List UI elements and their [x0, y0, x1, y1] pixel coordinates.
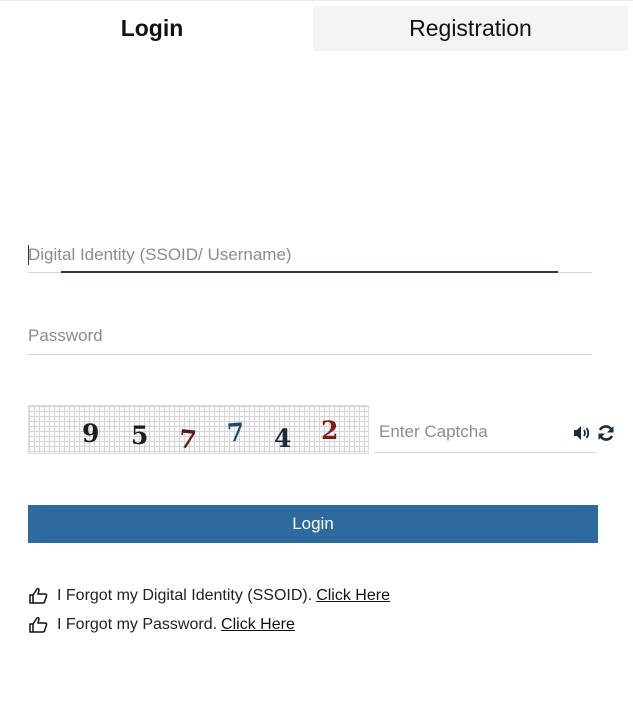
- forgot-ssoid-row: I Forgot my Digital Identity (SSOID). Cl…: [28, 585, 390, 607]
- captcha-image: 9 5 7 7 4 2: [28, 405, 369, 455]
- hand-pointing-icon: [28, 587, 48, 605]
- captcha-digit: 7: [226, 417, 246, 448]
- forgot-ssoid-text: I Forgot my Digital Identity (SSOID).: [57, 587, 313, 604]
- password-field-wrapper: [28, 321, 592, 355]
- captcha-digit: 5: [131, 421, 149, 450]
- captcha-digit: 4: [274, 424, 292, 453]
- focus-underline: [61, 271, 558, 273]
- captcha-digit: 9: [82, 419, 100, 448]
- ssoid-input[interactable]: [28, 240, 592, 270]
- tab-registration[interactable]: Registration: [313, 6, 628, 51]
- captcha-digit: 2: [321, 416, 339, 445]
- forgot-password-row: I Forgot my Password. Click Here: [28, 614, 295, 636]
- captcha-field-wrapper: [374, 417, 614, 453]
- forgot-password-link[interactable]: Click Here: [221, 616, 295, 634]
- tab-login[interactable]: Login: [0, 6, 304, 51]
- speaker-icon[interactable]: [572, 423, 592, 443]
- password-input[interactable]: [28, 321, 592, 351]
- hand-pointing-icon: [28, 616, 48, 634]
- captcha-input[interactable]: [374, 417, 569, 447]
- top-divider: [0, 0, 633, 1]
- login-button[interactable]: Login: [28, 505, 598, 543]
- refresh-icon[interactable]: [596, 423, 616, 443]
- text-caret: [28, 245, 29, 265]
- forgot-password-text: I Forgot my Password.: [57, 616, 218, 633]
- forgot-ssoid-link[interactable]: Click Here: [316, 587, 390, 605]
- captcha-digit: 7: [177, 424, 198, 455]
- ssoid-field-wrapper: [28, 240, 592, 273]
